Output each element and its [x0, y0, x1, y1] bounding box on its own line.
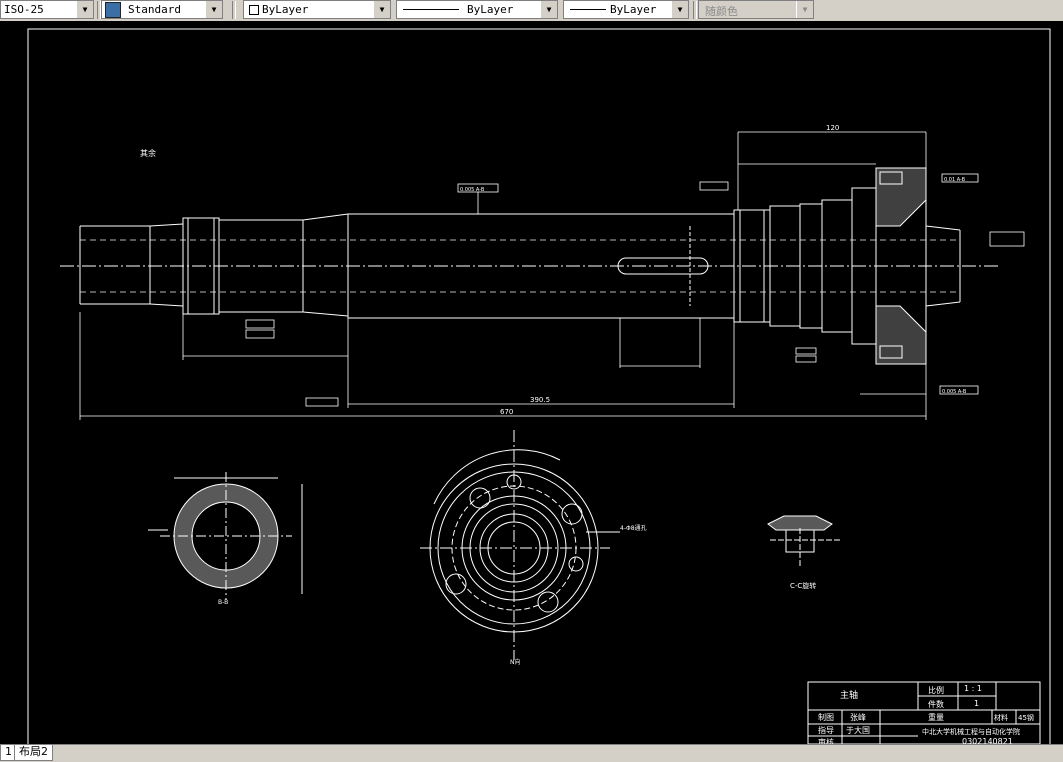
color-swatch-icon — [249, 5, 259, 15]
school-name: 中北大学机械工程与自动化学院 — [922, 727, 1020, 736]
properties-toolbar: ISO-25 ▼ Standard ▼ ByLayer ▼ ByLayer ▼ … — [0, 0, 1063, 22]
tolerance-1: 0.005 A-B — [460, 187, 485, 193]
drawing-svg: 其余 670 390.5 120 4-Φ8通孔 0.005 A-B 0.01 A… — [27, 28, 1051, 747]
chevron-down-icon[interactable]: ▼ — [205, 1, 222, 18]
section-c-c — [767, 515, 840, 568]
weight-label: 重量 — [928, 712, 944, 722]
tolerance-2: 0.01 A-B — [944, 177, 966, 183]
layout-tabs: 1 布局2 — [0, 744, 1063, 762]
dim-mid-length: 390.5 — [530, 396, 550, 404]
holes-note: 4-Φ8通孔 — [620, 524, 647, 532]
guide-label: 指导 — [818, 725, 834, 735]
dim-right-length: 120 — [826, 124, 839, 132]
view-label-n: N向 — [510, 658, 521, 666]
drawing-canvas[interactable]: 其余 670 390.5 120 4-Φ8通孔 0.005 A-B 0.01 A… — [0, 21, 1063, 747]
section-label-c-c: C-C旋转 — [790, 581, 816, 590]
end-view-n — [420, 430, 620, 660]
lineweight-value: ByLayer — [610, 3, 657, 16]
dimension-lines — [79, 131, 927, 420]
dimstyle-value: ISO-25 — [4, 3, 44, 16]
drawing-number: 0302140821 — [962, 737, 1013, 744]
roughness-note: 其余 — [140, 148, 156, 158]
tolerance-3: 0.005 A-B — [942, 389, 967, 395]
lineweight-select[interactable]: ByLayer ▼ — [563, 0, 689, 19]
qty-label: 件数 — [928, 699, 944, 709]
layer-select[interactable]: ByLayer ▼ — [243, 0, 391, 19]
part-name: 主轴 — [840, 689, 858, 701]
chevron-down-icon[interactable]: ▼ — [671, 1, 688, 18]
plotstyle-value: 随颜色 — [705, 5, 738, 18]
toolbar-separator — [232, 1, 236, 19]
textstyle-select[interactable]: Standard ▼ — [101, 0, 223, 19]
dim-total-overall: 670 — [500, 408, 513, 416]
tab-layout2[interactable]: 布局2 — [14, 745, 53, 761]
guide-name: 于大国 — [846, 725, 870, 735]
linetype-sample-icon — [403, 9, 459, 10]
plotstyle-select[interactable]: 随颜色 ▼ — [698, 0, 814, 19]
scale-label: 比例 — [928, 685, 944, 695]
shaft-view — [60, 167, 1000, 365]
chevron-down-icon[interactable]: ▼ — [796, 1, 813, 18]
lineweight-sample-icon — [570, 9, 606, 10]
view-label-b-b: B-B — [218, 599, 228, 606]
toolbar-separator — [693, 1, 697, 19]
text-style-icon — [105, 2, 121, 18]
linetype-select[interactable]: ByLayer ▼ — [396, 0, 558, 19]
review-label: 审核 — [818, 737, 834, 744]
linetype-value: ByLayer — [467, 3, 514, 16]
scale-value: 1 : 1 — [964, 684, 982, 693]
chevron-down-icon[interactable]: ▼ — [76, 1, 93, 18]
section-b-b — [148, 472, 303, 600]
layer-value: ByLayer — [262, 3, 309, 16]
chevron-down-icon[interactable]: ▼ — [540, 1, 557, 18]
drawn-name: 张峰 — [850, 712, 866, 722]
sheet-border — [27, 28, 1051, 746]
drawn-label: 制图 — [818, 712, 834, 722]
dimstyle-select[interactable]: ISO-25 ▼ — [0, 0, 94, 19]
chevron-down-icon[interactable]: ▼ — [373, 1, 390, 18]
material-value: 45钢 — [1018, 713, 1034, 722]
textstyle-value: Standard — [128, 3, 181, 16]
material-label: 材料 — [994, 713, 1008, 722]
qty-value: 1 — [974, 699, 979, 708]
